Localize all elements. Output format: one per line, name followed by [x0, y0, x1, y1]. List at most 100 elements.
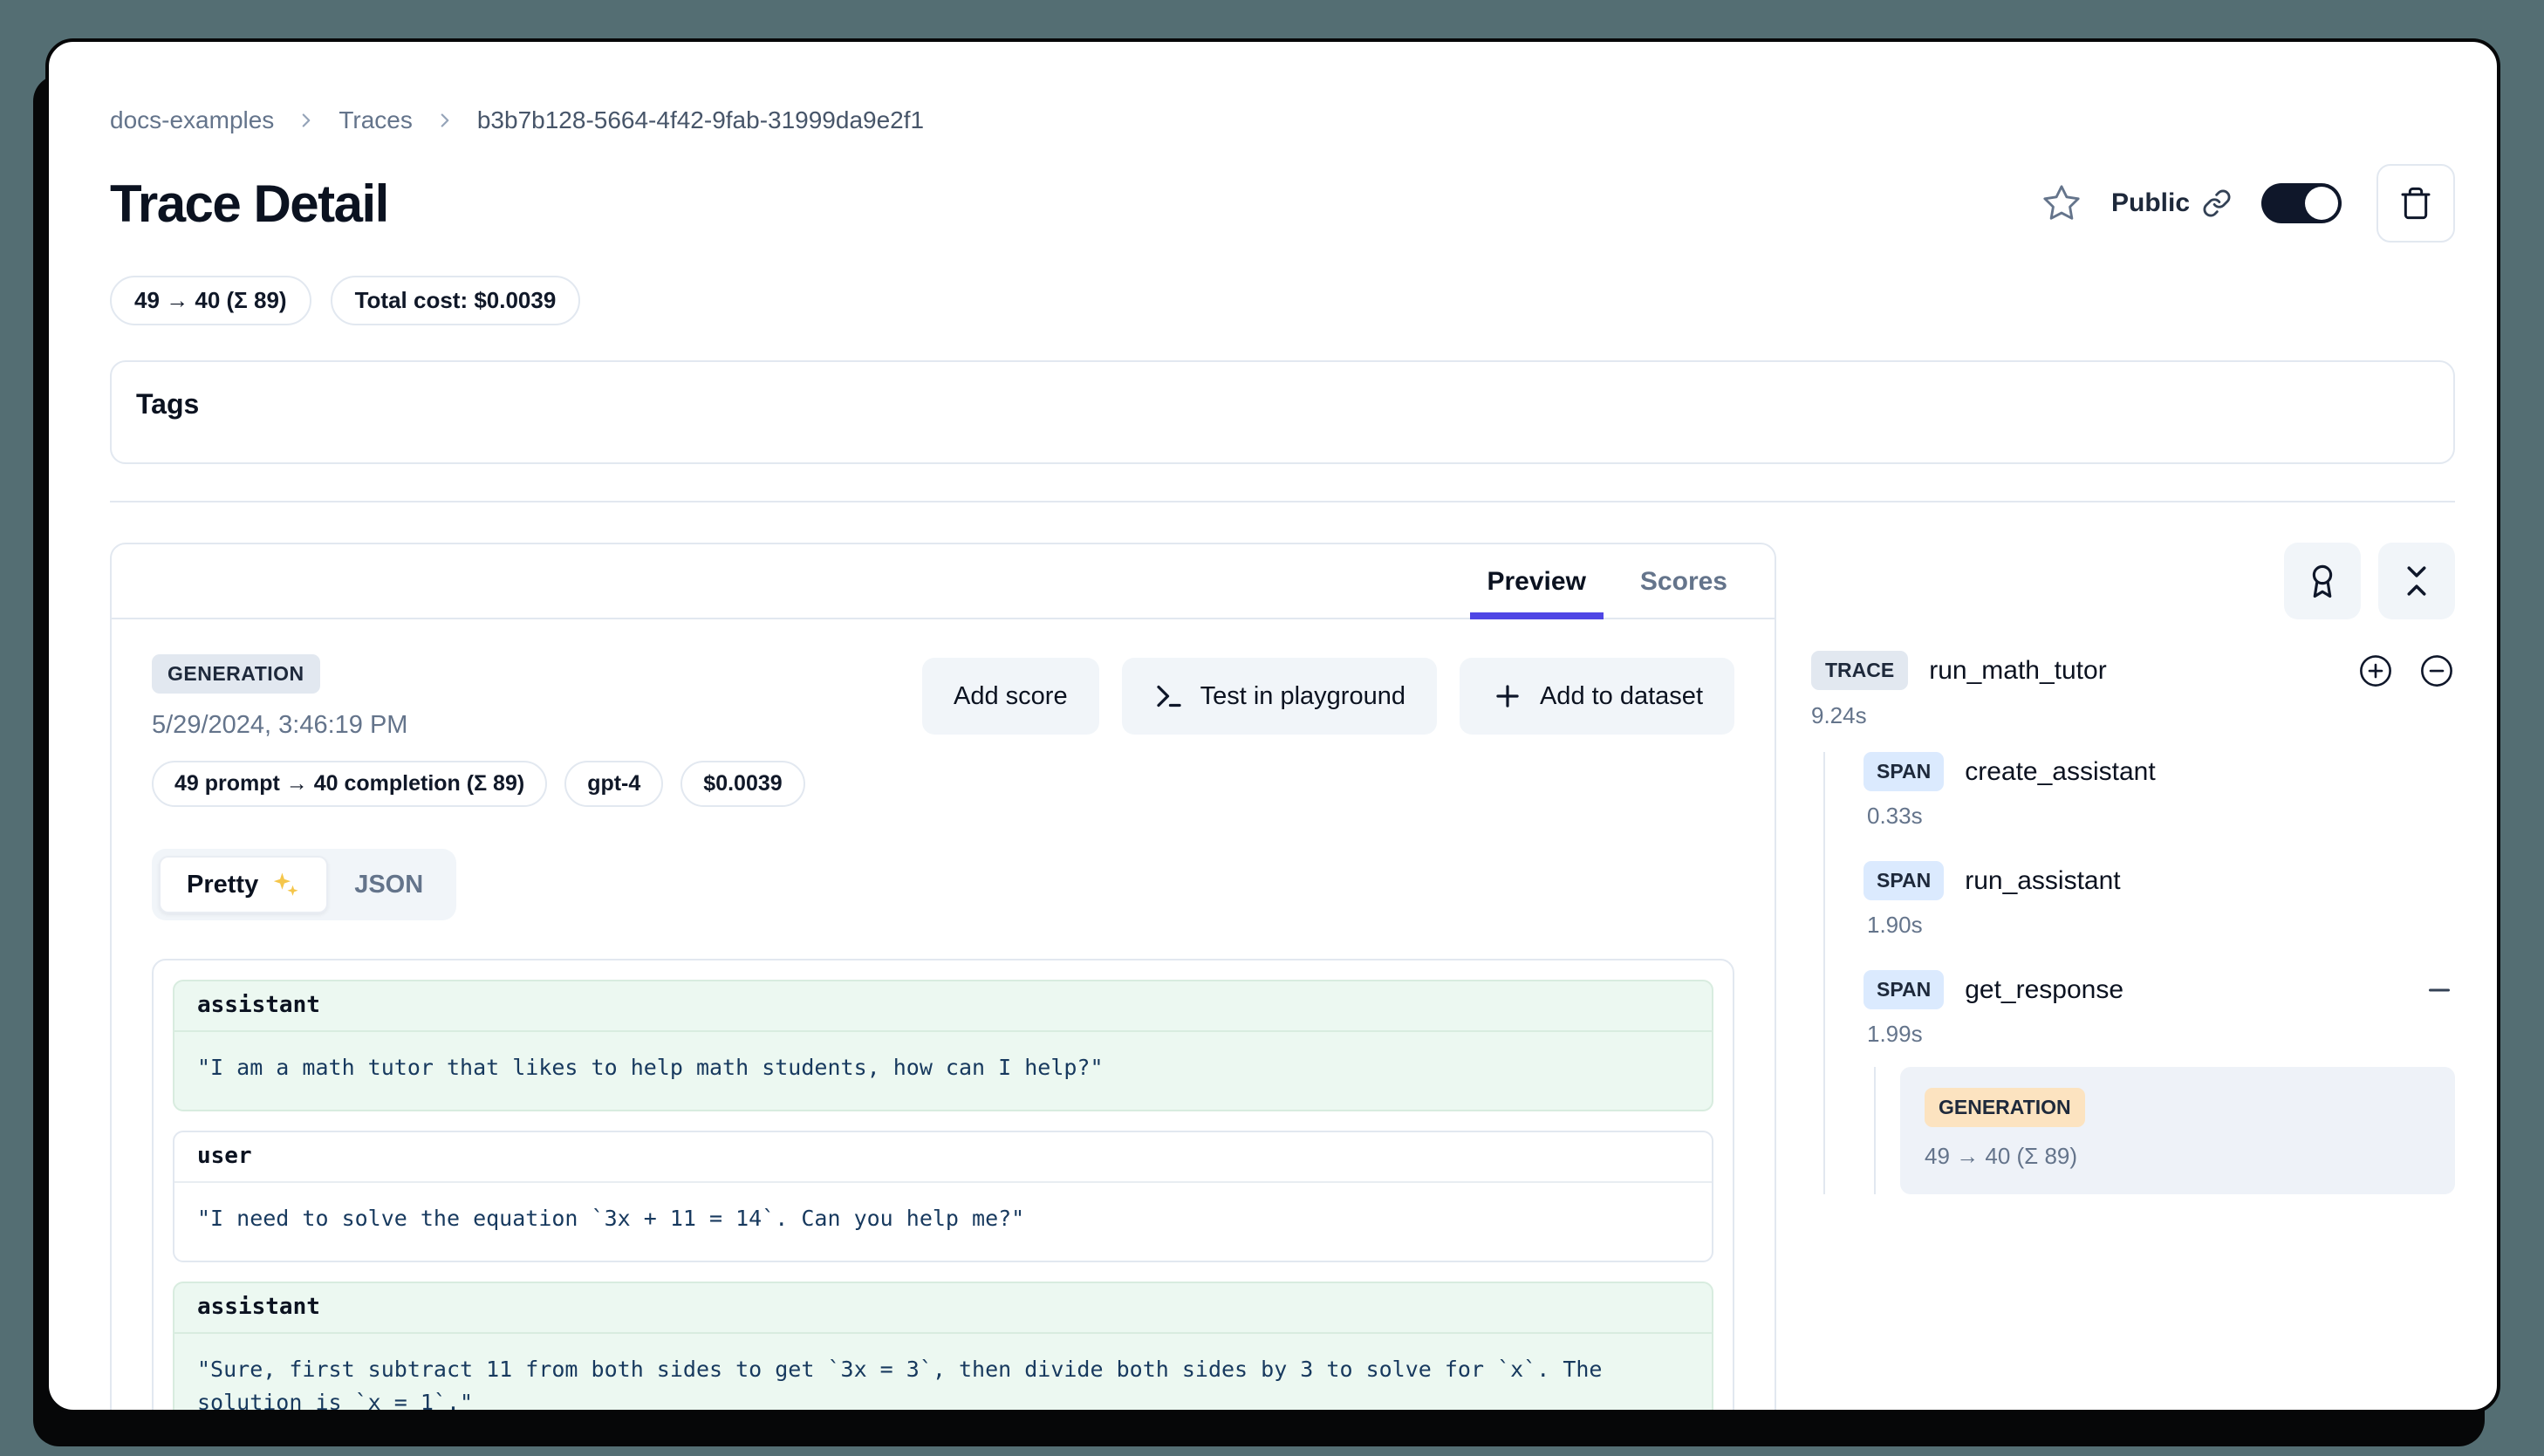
- span-row-get-response[interactable]: SPAN get_response: [1864, 970, 2455, 1009]
- add-score-label: Add score: [954, 682, 1068, 711]
- message-content: "I am a math tutor that likes to help ma…: [174, 1032, 1712, 1110]
- trace-row-icons: [2357, 653, 2455, 689]
- collapse-span-button[interactable]: [2424, 974, 2455, 1006]
- plus-icon: [1491, 680, 1524, 713]
- minus-icon: [2424, 974, 2455, 1006]
- observation-actions: Add score Test in playground: [922, 654, 1734, 735]
- message-role: assistant: [174, 1283, 1712, 1334]
- page-title: Trace Detail: [110, 174, 388, 234]
- collapse-all-button[interactable]: [2378, 543, 2455, 619]
- content-row: Preview Scores GENERATION 5/29/2024, 3:4…: [110, 543, 2455, 1413]
- breadcrumb-item-traces[interactable]: Traces: [339, 106, 413, 134]
- title-row: Trace Detail Public: [110, 164, 2455, 243]
- pretty-label: Pretty: [187, 871, 258, 899]
- span-children: GENERATION 49 → 40 (Σ 89): [1874, 1067, 2455, 1194]
- span-type-badge: SPAN: [1864, 861, 1944, 900]
- tab-preview[interactable]: Preview: [1467, 544, 1607, 618]
- token-usage-badge: 49 → 40 (Σ 89): [110, 276, 311, 325]
- test-in-playground-label: Test in playground: [1200, 682, 1405, 711]
- tree-toolbar: [1811, 543, 2455, 619]
- circle-plus-icon: [2357, 653, 2394, 689]
- terminal-icon: [1153, 680, 1185, 712]
- span-row-create-assistant[interactable]: SPAN create_assistant: [1864, 752, 2455, 791]
- trace-type-badge: TRACE: [1811, 651, 1908, 690]
- tree-node-generation-selected[interactable]: GENERATION 49 → 40 (Σ 89): [1900, 1067, 2455, 1194]
- view-toggle-json[interactable]: JSON: [328, 856, 449, 913]
- add-to-dataset-button[interactable]: Add to dataset: [1460, 658, 1734, 735]
- tree-node-trace[interactable]: TRACE run_math_tutor: [1811, 651, 2455, 690]
- annotate-scores-button[interactable]: [2284, 543, 2361, 619]
- favorite-button[interactable]: [2041, 183, 2082, 223]
- collapse-all-nodes-button[interactable]: [2418, 653, 2455, 689]
- expand-all-nodes-button[interactable]: [2357, 653, 2394, 689]
- span-duration: 0.33s: [1867, 803, 2455, 830]
- breadcrumb-item-trace-id[interactable]: b3b7b128-5664-4f42-9fab-31999da9e2f1: [477, 106, 924, 134]
- header-actions: Public: [2041, 164, 2455, 243]
- sparkles-icon: [270, 870, 300, 899]
- generation-type-badge: GENERATION: [1925, 1088, 2085, 1127]
- summary-badges: 49 → 40 (Σ 89) Total cost: $0.0039: [110, 276, 2455, 325]
- section-divider: [110, 501, 2455, 502]
- breadcrumb: docs-examples Traces b3b7b128-5664-4f42-…: [110, 106, 2455, 134]
- span-type-badge: SPAN: [1864, 752, 1944, 791]
- tab-bar: Preview Scores: [112, 544, 1775, 619]
- breadcrumb-item-project[interactable]: docs-examples: [110, 106, 274, 134]
- link-icon[interactable]: [2202, 188, 2232, 218]
- view-toggle-pretty[interactable]: Pretty: [159, 856, 328, 913]
- public-label: Public: [2111, 188, 2190, 218]
- message-card-user: user "I need to solve the equation `3x +…: [173, 1131, 1713, 1262]
- trace-name: run_math_tutor: [1929, 656, 2106, 686]
- chevron-right-icon: [295, 109, 318, 132]
- trace-duration: 9.24s: [1811, 702, 2455, 729]
- tags-title: Tags: [136, 388, 2429, 420]
- tree-node-span: SPAN run_assistant 1.90s: [1864, 861, 2455, 939]
- span-name: create_assistant: [1965, 757, 2155, 787]
- page-background: { "colors": { "accent": "#4f46e5", "back…: [0, 0, 2544, 1456]
- tree-node-span: SPAN get_response 1.99s GENERATION 49 → …: [1864, 970, 2455, 1194]
- message-role: assistant: [174, 981, 1712, 1032]
- chevron-right-icon: [434, 109, 456, 132]
- public-toggle[interactable]: [2261, 183, 2342, 223]
- cost-badge: $0.0039: [680, 761, 804, 807]
- span-name: get_response: [1965, 975, 2123, 1005]
- prompt-completion-badge: 49 prompt → 40 completion (Σ 89): [152, 761, 547, 807]
- view-format-toggle: Pretty JSON: [152, 849, 456, 920]
- generation-usage: 49 → 40 (Σ 89): [1925, 1143, 2431, 1170]
- message-card-assistant: assistant "Sure, first subtract 11 from …: [173, 1282, 1713, 1414]
- public-link-group: Public: [2111, 188, 2232, 218]
- observation-body: GENERATION 5/29/2024, 3:46:19 PM 49 prom…: [112, 619, 1775, 1413]
- add-to-dataset-label: Add to dataset: [1540, 682, 1703, 711]
- add-score-button[interactable]: Add score: [922, 658, 1099, 735]
- observation-meta: GENERATION 5/29/2024, 3:46:19 PM 49 prom…: [152, 654, 805, 807]
- message-content: "I need to solve the equation `3x + 11 =…: [174, 1183, 1712, 1261]
- observation-badges: 49 prompt → 40 completion (Σ 89) gpt-4 $…: [152, 761, 805, 807]
- trash-icon: [2398, 186, 2433, 221]
- span-duration: 1.90s: [1867, 912, 2455, 939]
- span-type-badge: SPAN: [1864, 970, 1944, 1009]
- app-window: docs-examples Traces b3b7b128-5664-4f42-…: [45, 38, 2500, 1413]
- delete-trace-button[interactable]: [2376, 164, 2455, 243]
- observation-timestamp: 5/29/2024, 3:46:19 PM: [152, 711, 805, 740]
- tree-node-span: SPAN create_assistant 0.33s: [1864, 752, 2455, 830]
- span-duration: 1.99s: [1867, 1021, 2455, 1048]
- message-card-assistant: assistant "I am a math tutor that likes …: [173, 980, 1713, 1111]
- test-in-playground-button[interactable]: Test in playground: [1122, 658, 1437, 735]
- message-role: user: [174, 1132, 1712, 1183]
- tags-card: Tags: [110, 360, 2455, 464]
- toggle-knob: [2305, 187, 2338, 220]
- span-name: run_assistant: [1965, 866, 2120, 896]
- star-icon: [2041, 183, 2082, 223]
- trace-children: SPAN create_assistant 0.33s SPAN run_ass…: [1823, 752, 2455, 1194]
- messages-container: assistant "I am a math tutor that likes …: [152, 959, 1734, 1413]
- chevrons-collapse-icon: [2398, 563, 2435, 599]
- generation-type-badge: GENERATION: [152, 654, 320, 694]
- observation-header: GENERATION 5/29/2024, 3:46:19 PM 49 prom…: [152, 654, 1734, 807]
- model-badge: gpt-4: [564, 761, 663, 807]
- trace-tree-panel: TRACE run_math_tutor 9.24s: [1811, 543, 2455, 1194]
- total-cost-badge: Total cost: $0.0039: [331, 276, 581, 325]
- span-row-run-assistant[interactable]: SPAN run_assistant: [1864, 861, 2455, 900]
- tab-scores[interactable]: Scores: [1619, 544, 1748, 618]
- circle-minus-icon: [2418, 653, 2455, 689]
- award-icon: [2304, 563, 2341, 599]
- message-content: "Sure, first subtract 11 from both sides…: [174, 1334, 1712, 1414]
